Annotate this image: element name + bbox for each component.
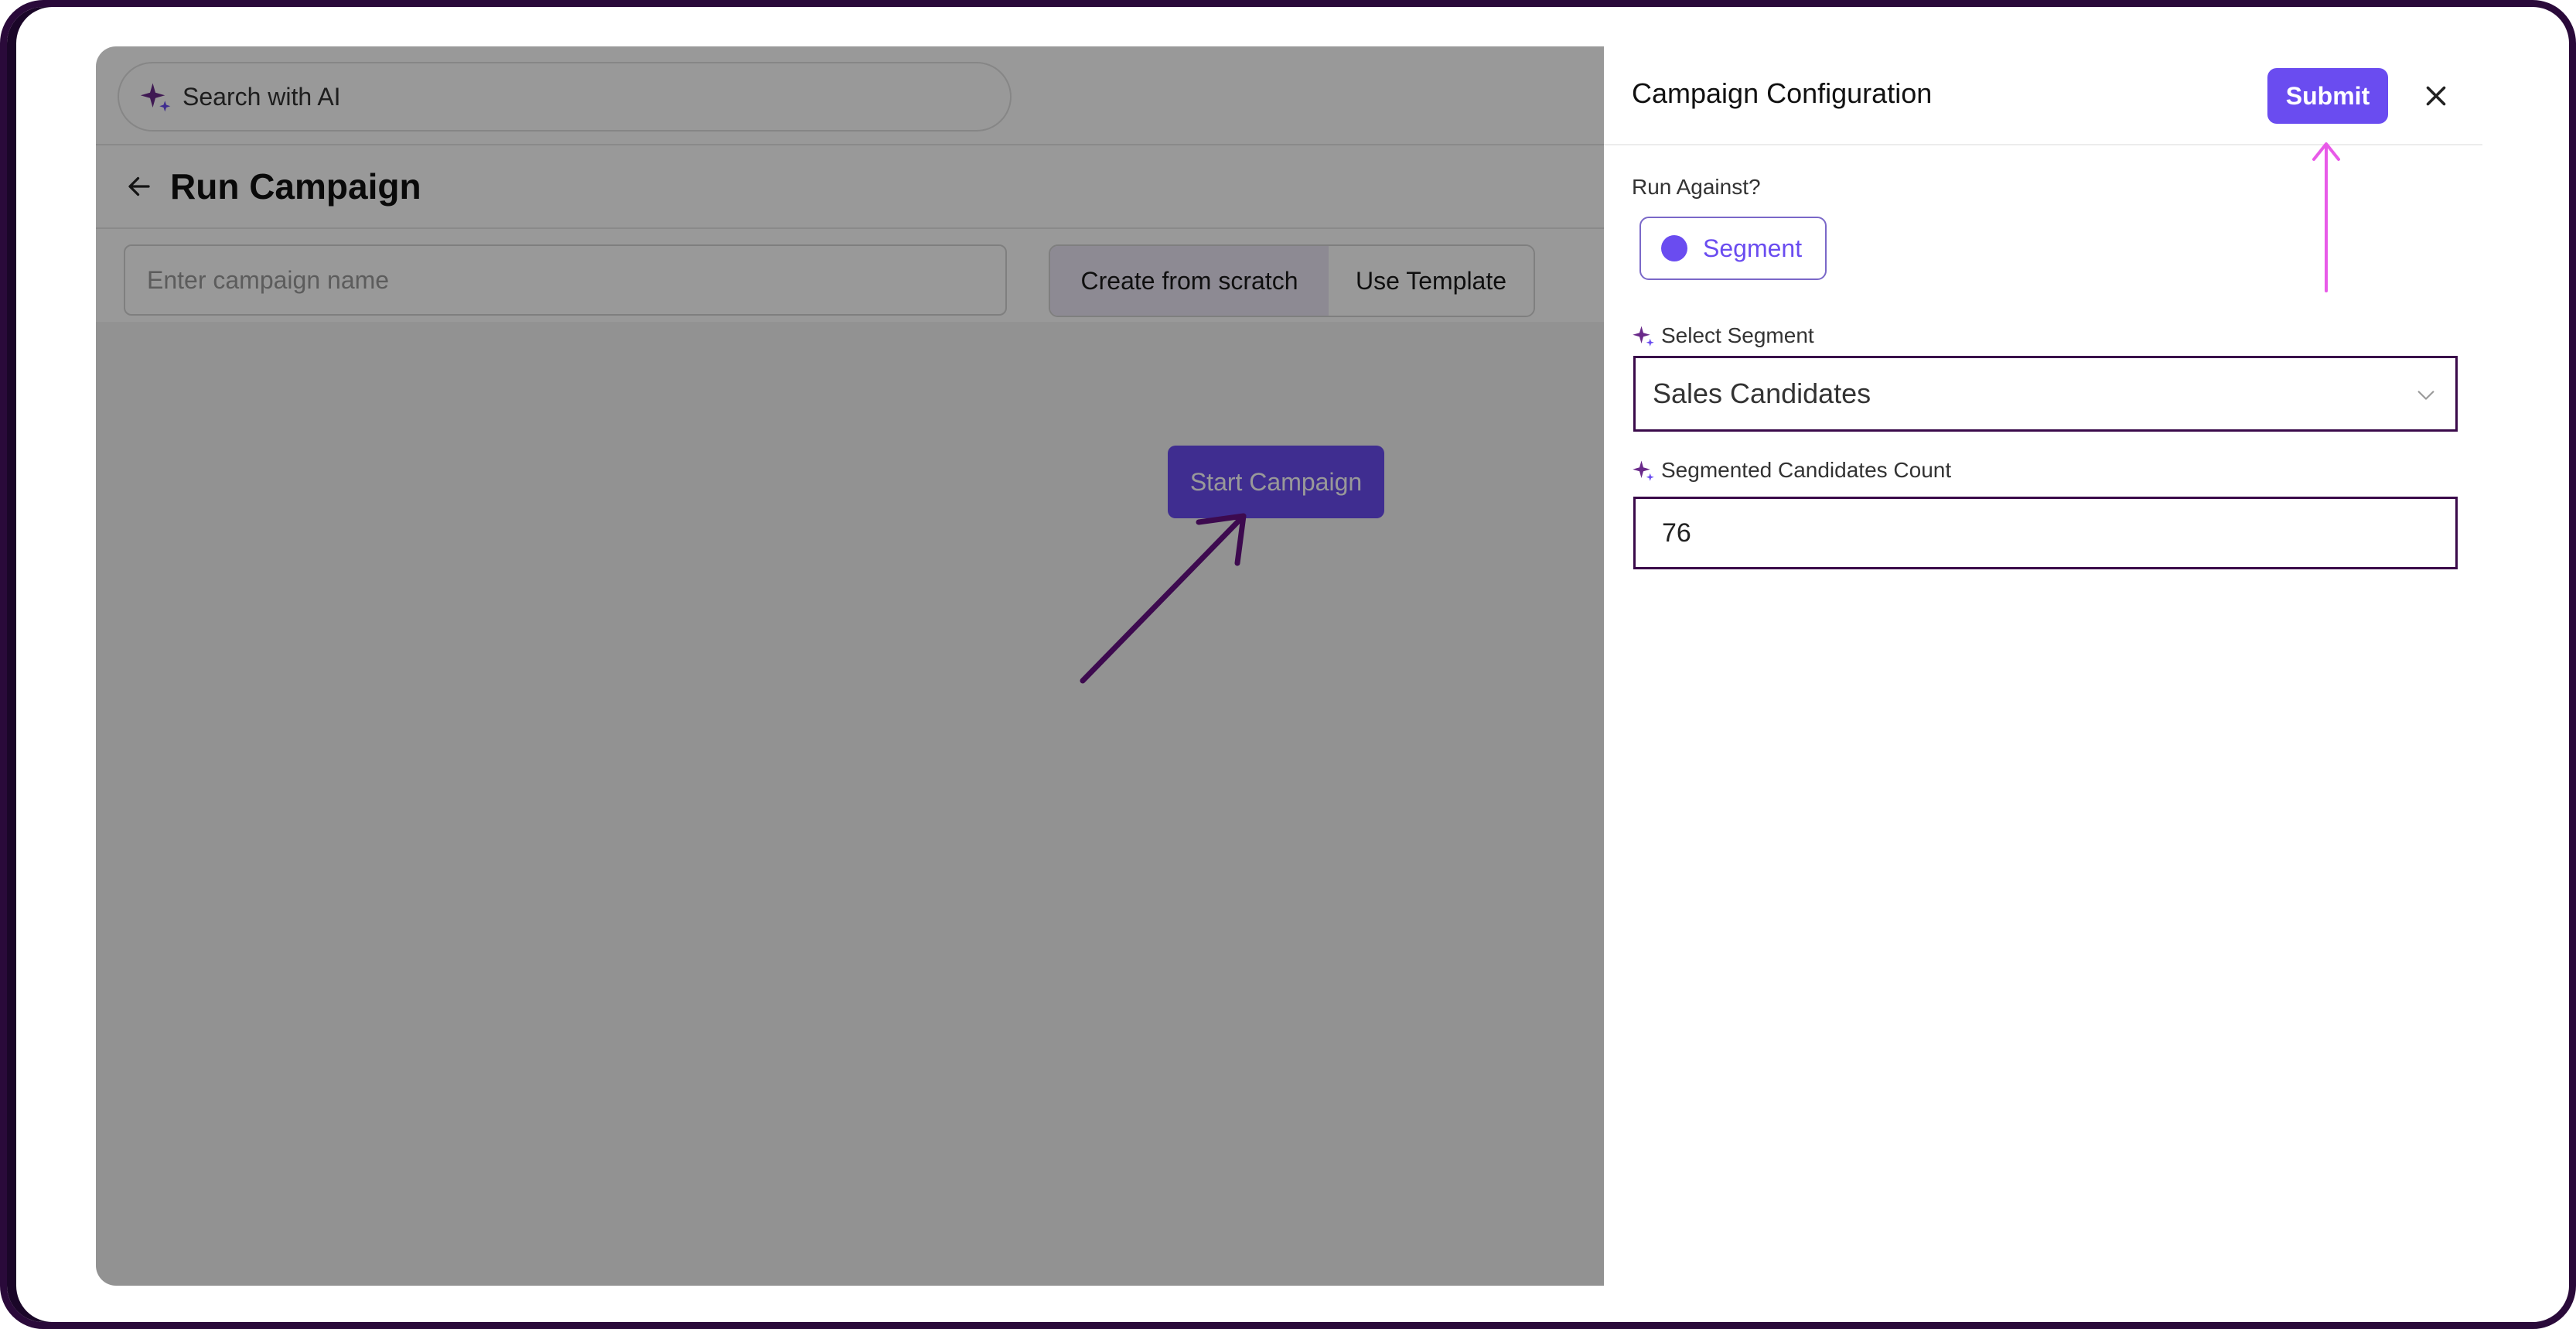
sparkle-icon xyxy=(1633,460,1654,481)
content-area: Start Campaign xyxy=(96,322,1604,1286)
close-icon[interactable] xyxy=(2422,82,2450,110)
create-from-scratch-button[interactable]: Create from scratch xyxy=(1050,246,1329,316)
search-placeholder: Search with AI xyxy=(183,82,341,111)
segmented-count-value: 76 xyxy=(1662,518,1691,548)
segmented-count-label: Segmented Candidates Count xyxy=(1661,458,1952,482)
count-label-row: Segmented Candidates Count xyxy=(1632,458,1951,483)
segment-radio-option[interactable]: Segment xyxy=(1639,217,1827,280)
chevron-down-icon xyxy=(2417,391,2434,400)
page-title: Run Campaign xyxy=(170,166,421,207)
selected-segment-value: Sales Candidates xyxy=(1653,378,1871,409)
radio-selected-icon xyxy=(1661,235,1687,261)
select-segment-label: Select Segment xyxy=(1661,323,1814,347)
sparkle-icon xyxy=(1633,326,1654,347)
select-segment-label-row: Select Segment xyxy=(1632,323,1814,348)
run-against-label: Run Against? xyxy=(1632,175,1761,199)
campaign-form-row: Create from scratch Use Template xyxy=(96,229,1604,322)
use-template-button[interactable]: Use Template xyxy=(1329,246,1534,316)
segment-option-label: Segment xyxy=(1703,234,1803,262)
sparkle-icon xyxy=(140,83,171,112)
app-main: Search with AI Run Campaign Create from … xyxy=(96,46,1604,1286)
annotation-arrow-icon xyxy=(1080,513,1247,684)
segmented-count-field[interactable]: 76 xyxy=(1633,497,2458,569)
creation-mode-toggle: Create from scratch Use Template xyxy=(1049,244,1535,317)
ai-search-bar[interactable]: Search with AI xyxy=(118,62,1012,132)
campaign-configuration-panel: Campaign Configuration Submit Run Agains… xyxy=(1604,46,2482,1286)
top-bar: Search with AI xyxy=(96,46,1604,145)
panel-title: Campaign Configuration xyxy=(1632,77,1933,109)
highlight-arrow-icon xyxy=(2312,142,2340,292)
page-header: Run Campaign xyxy=(96,145,1604,229)
submit-button[interactable]: Submit xyxy=(2267,68,2388,124)
back-arrow-icon[interactable] xyxy=(125,173,153,200)
panel-header: Campaign Configuration Submit xyxy=(1604,46,2482,145)
segment-select-dropdown[interactable]: Sales Candidates xyxy=(1633,356,2458,432)
campaign-name-input[interactable] xyxy=(124,244,1007,316)
